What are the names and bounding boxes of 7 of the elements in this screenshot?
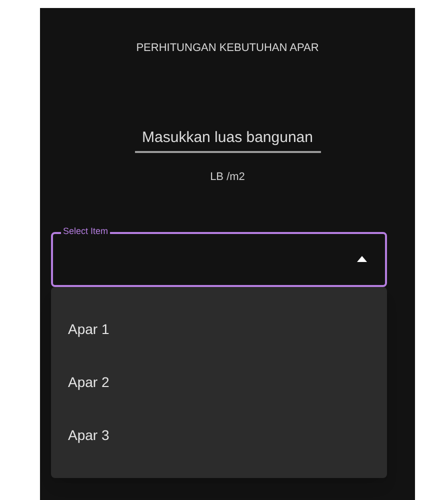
caret-icon bbox=[357, 256, 367, 262]
unit-label: LB /m2 bbox=[210, 170, 245, 185]
menu-item[interactable]: Apar 1 bbox=[51, 302, 387, 356]
screen-title: PERHITUNGAN KEBUTUHAN APAR bbox=[136, 41, 319, 56]
input-field[interactable]: Masukkan luas bangunan bbox=[134, 126, 320, 153]
menu-item[interactable]: Apar 3 bbox=[51, 408, 387, 462]
menu-item[interactable]: Apar 2 bbox=[51, 356, 387, 408]
